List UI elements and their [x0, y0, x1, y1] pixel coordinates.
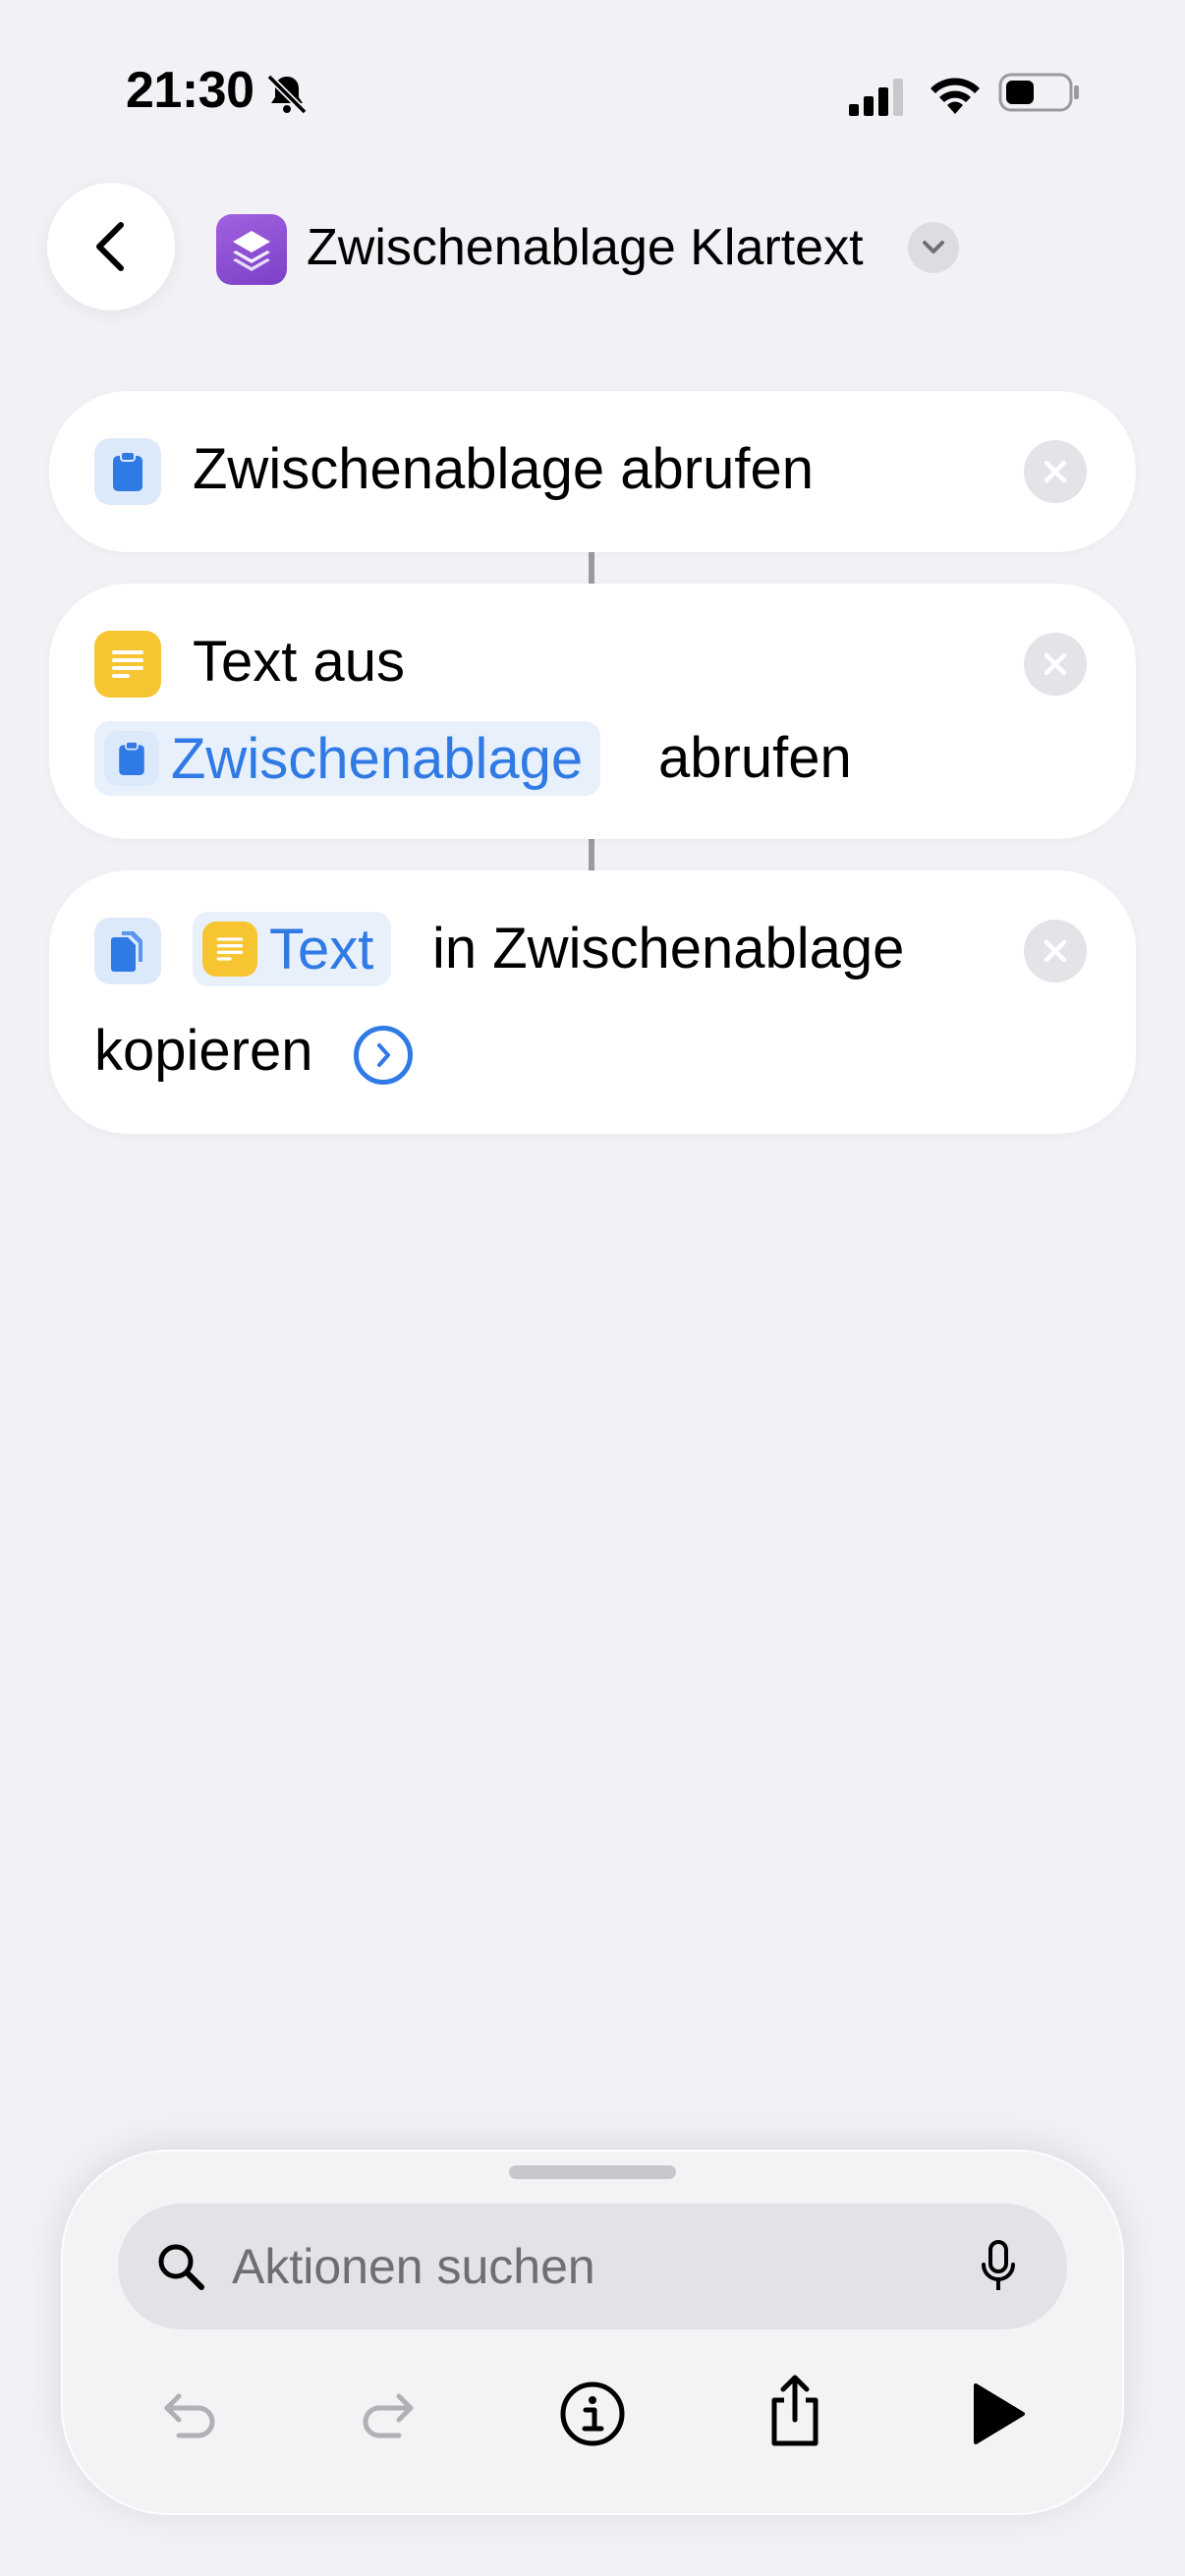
action-connector: [589, 550, 594, 584]
search-placeholder: Aktionen suchen: [232, 2239, 595, 2294]
action-label-suffix: abrufen: [658, 726, 852, 790]
chevron-down-icon: [923, 241, 944, 253]
xmark-icon: [1044, 460, 1067, 483]
action-label: Text aus: [193, 630, 405, 694]
chevron-right-circle-icon: [377, 1043, 390, 1067]
clipboard-icon: [104, 731, 159, 786]
shortcuts-stack-icon: [216, 214, 287, 285]
redo-button[interactable]: [346, 2370, 434, 2458]
action-card-copy-to-clipboard[interactable]: Text in Zwischenablage kopieren: [49, 870, 1136, 1134]
clipboard-icon: [94, 438, 161, 505]
chevron-left-icon: [96, 222, 124, 271]
search-field[interactable]: Aktionen suchen: [118, 2204, 1067, 2329]
microphone-icon[interactable]: [979, 2239, 1018, 2294]
remove-action-button[interactable]: [1024, 920, 1087, 982]
magnifying-glass-icon: [158, 2244, 204, 2290]
token-label: Text: [269, 917, 374, 981]
battery-icon: [998, 73, 1079, 112]
shortcut-title[interactable]: Zwischenablage Klartext: [307, 218, 864, 277]
share-button[interactable]: [751, 2366, 839, 2454]
xmark-icon: [1044, 939, 1067, 963]
action-connector: [589, 837, 594, 870]
copy-documents-icon: [94, 918, 161, 984]
action-label: in Zwischenablage: [432, 917, 905, 980]
text-lines-icon: [94, 631, 161, 698]
info-icon: [560, 2381, 625, 2446]
action-card-get-clipboard[interactable]: Zwischenablage abrufen: [49, 391, 1136, 552]
xmark-icon: [1044, 652, 1067, 676]
variable-token-text[interactable]: Text: [193, 912, 392, 986]
share-icon: [771, 2375, 818, 2446]
bell-slash-icon: [266, 74, 308, 115]
action-label: Zwischenablage abrufen: [193, 437, 814, 501]
show-more-button[interactable]: [354, 1026, 413, 1085]
back-button[interactable]: [47, 183, 175, 310]
wifi-icon: [931, 78, 980, 114]
sheet-grabber[interactable]: [509, 2165, 676, 2179]
token-label: Zwischenablage: [171, 726, 584, 791]
status-time: 21:30: [126, 62, 254, 119]
cellular-signal-icon: [849, 79, 903, 116]
undo-icon: [164, 2393, 215, 2438]
remove-action-button[interactable]: [1024, 633, 1087, 696]
info-button[interactable]: [548, 2370, 637, 2458]
text-lines-icon: [202, 922, 257, 977]
remove-action-button[interactable]: [1024, 440, 1087, 503]
title-menu-button[interactable]: [908, 222, 959, 273]
action-label-line2: kopieren: [94, 1019, 313, 1083]
play-icon: [974, 2383, 1025, 2444]
run-button[interactable]: [953, 2370, 1042, 2458]
variable-token-clipboard[interactable]: Zwischenablage: [94, 721, 601, 796]
undo-button[interactable]: [143, 2370, 232, 2458]
action-card-get-text[interactable]: Text aus Zwischenablage abrufen: [49, 584, 1136, 839]
redo-icon: [363, 2393, 414, 2438]
